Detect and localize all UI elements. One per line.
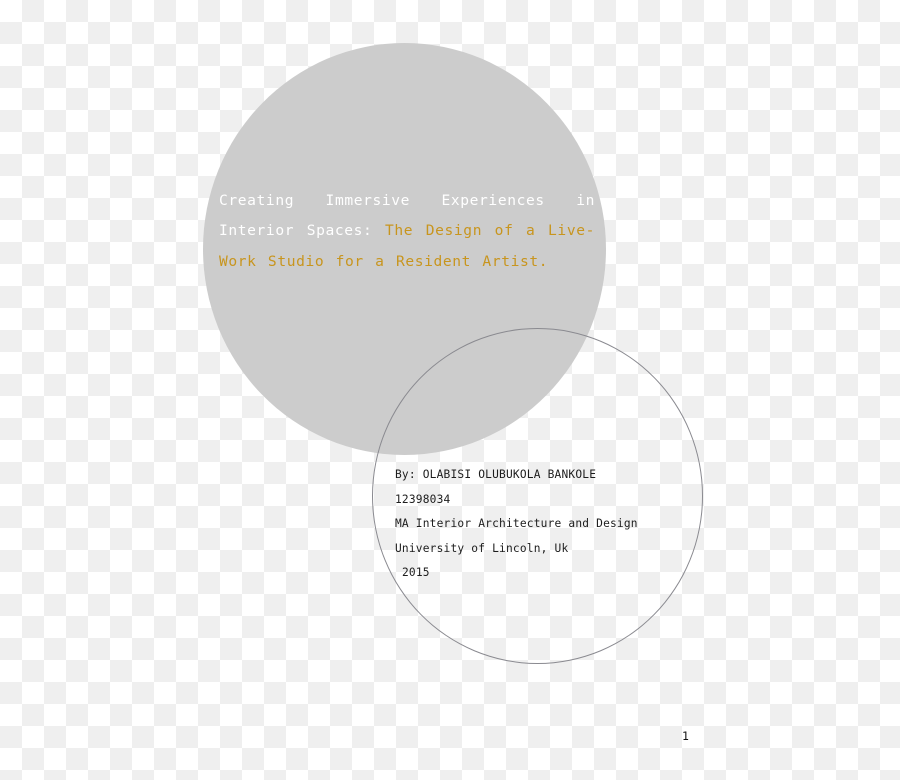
document-title: Creating Immersive Experiences in Interi… — [219, 186, 595, 277]
page-number: 1 — [682, 729, 689, 743]
author-institution: University of Lincoln, Uk — [395, 541, 569, 555]
author-year: 2015 — [402, 566, 430, 579]
author-student-id: 12398034 — [395, 492, 451, 506]
author-byline: By: OLABISI OLUBUKOLA BANKOLE — [395, 468, 597, 481]
author-details-block: By: OLABISI OLUBUKOLA BANKOLE 12398034 M… — [395, 463, 638, 586]
author-programme: MA Interior Architecture and Design — [395, 517, 638, 530]
title-page-canvas: Creating Immersive Experiences in Interi… — [0, 0, 900, 780]
